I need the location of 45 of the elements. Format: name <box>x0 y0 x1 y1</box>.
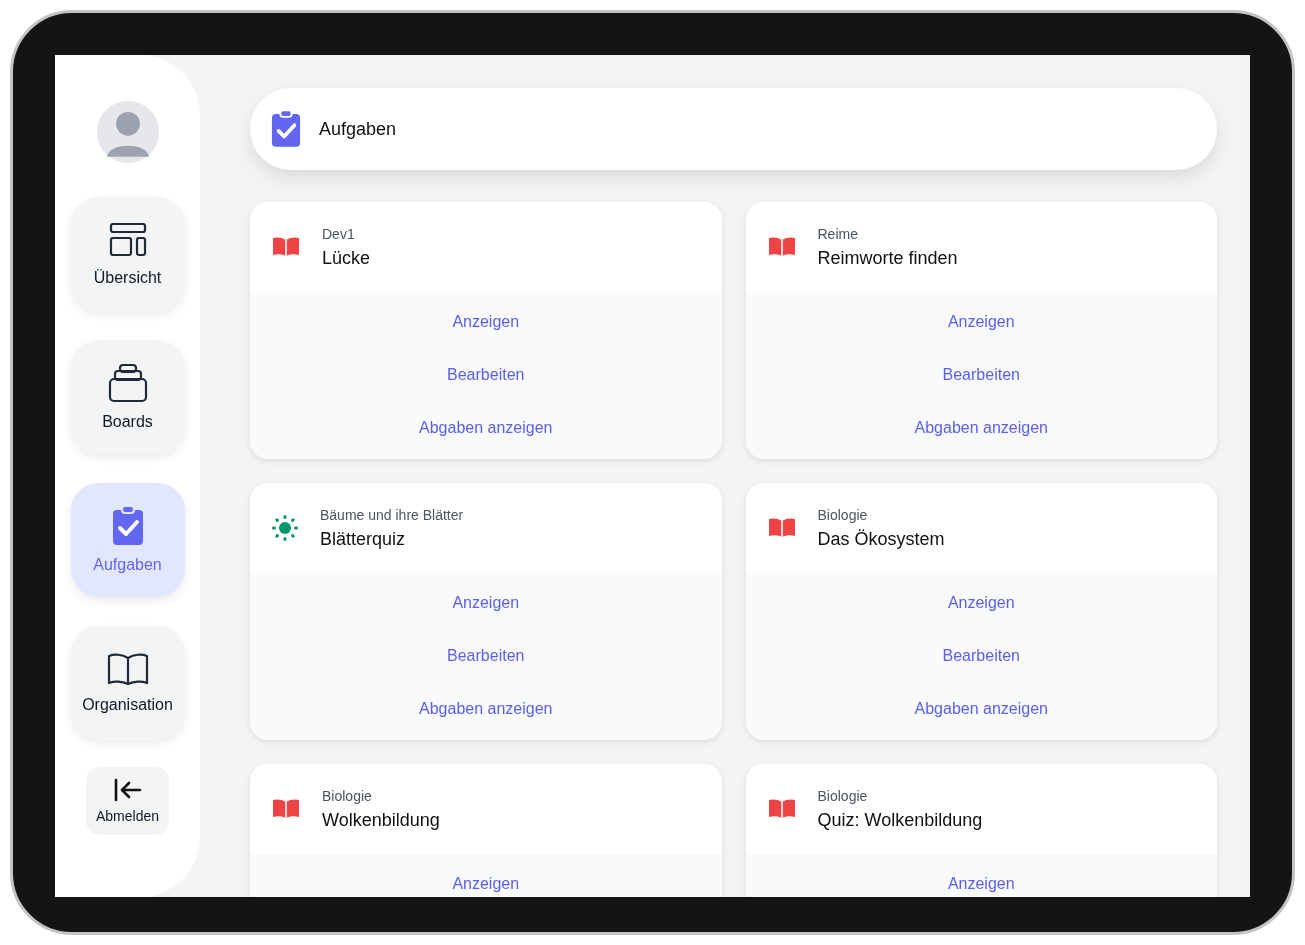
layout-icon <box>108 221 147 259</box>
page-title: Aufgaben <box>319 118 397 140</box>
clipboard-check-icon <box>271 109 301 149</box>
nav-button[interactable]: Übersicht <box>70 197 185 311</box>
action-link[interactable]: Abgaben anzeigen <box>914 418 1048 438</box>
sun-icon <box>272 515 298 541</box>
book-icon <box>272 799 300 819</box>
card-title: Quiz: Wolkenbildung <box>817 809 983 831</box>
action-link[interactable]: Bearbeiten <box>447 365 525 385</box>
action-link[interactable]: Anzeigen <box>947 593 1015 613</box>
book-icon <box>767 237 796 257</box>
book-icon <box>767 518 796 538</box>
book-icon <box>767 799 796 819</box>
action-link[interactable]: Anzeigen <box>452 593 520 613</box>
card-category: Reime <box>817 225 859 242</box>
card-title: Wolkenbildung <box>322 809 440 831</box>
clipboard-check-icon <box>111 506 144 546</box>
book-icon <box>106 652 149 686</box>
action-link[interactable]: Abgaben anzeigen <box>914 699 1048 719</box>
nav-button[interactable]: Aufgaben <box>70 483 185 597</box>
avatar-icon <box>95 100 160 164</box>
card-title: Reimworte finden <box>817 247 958 269</box>
action-link[interactable]: Anzeigen <box>452 874 520 894</box>
action-link[interactable]: Bearbeiten <box>447 646 525 666</box>
action-link[interactable]: Anzeigen <box>452 312 520 332</box>
action-link[interactable]: Anzeigen <box>947 312 1015 332</box>
card-category: Dev1 <box>322 225 356 242</box>
card-category: Biologie <box>817 506 869 523</box>
action-link[interactable]: Bearbeiten <box>942 646 1020 666</box>
logout-arrow-icon <box>113 778 142 802</box>
action-link[interactable]: Abgaben anzeigen <box>419 699 553 719</box>
card-category: Biologie <box>817 787 869 804</box>
nav-button[interactable]: Boards <box>70 340 185 454</box>
card-category: Bäume und ihre Blätter <box>320 506 464 523</box>
stack-icon <box>107 363 148 403</box>
card-title: Lücke <box>322 247 371 269</box>
action-link[interactable]: Bearbeiten <box>942 365 1020 385</box>
action-link[interactable]: Anzeigen <box>947 874 1015 894</box>
logout-button[interactable]: Abmelden <box>86 767 169 835</box>
card-title: Blätterquiz <box>320 528 407 550</box>
card-title: Das Ökosystem <box>817 528 945 550</box>
action-link[interactable]: Abgaben anzeigen <box>419 418 553 438</box>
book-icon <box>272 237 300 257</box>
nav-button[interactable]: Organisation <box>70 626 185 740</box>
card-category: Biologie <box>322 787 373 804</box>
